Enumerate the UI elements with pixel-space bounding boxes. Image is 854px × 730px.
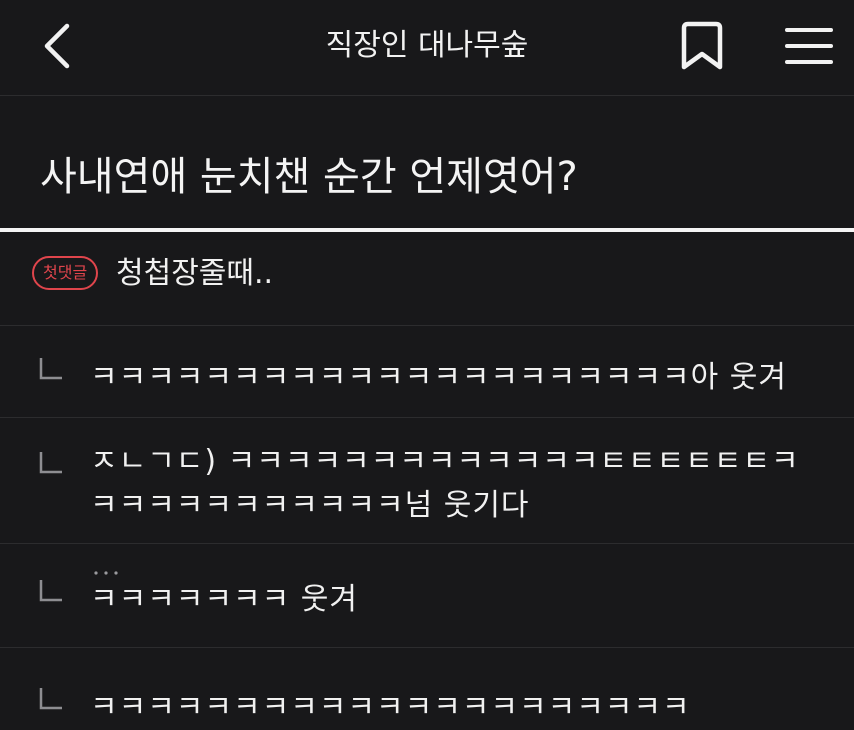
reply-text-line1: ㅈㄴㄱㄷ) ㅋㅋㅋㅋㅋㅋㅋㅋㅋㅋㅋㅋㅋㅌㅌㅌㅌㅌㅌㅋ	[90, 444, 800, 479]
reply-item[interactable]: ㅋㅋㅋㅋㅋㅋㅋㅋㅋㅋㅋㅋㅋㅋㅋㅋㅋㅋㅋㅋㅋ	[0, 648, 854, 725]
reply-item[interactable]: ㅈㄴㄱㄷ) ㅋㅋㅋㅋㅋㅋㅋㅋㅋㅋㅋㅋㅋㅌㅌㅌㅌㅌㅌㅋ ㅋㅋㅋㅋㅋㅋㅋㅋㅋㅋㅋ넘 …	[0, 418, 854, 544]
first-comment-text: 청첩장줄때..	[116, 256, 274, 291]
reply-indent-icon	[39, 452, 62, 474]
reply-item[interactable]: ㅋㅋㅋㅋㅋㅋㅋ 웃겨	[0, 544, 854, 648]
post-title: 사내연애 눈치챈 순간 언제엿어?	[40, 154, 578, 200]
reply-indent-icon	[39, 358, 62, 380]
bookmark-button[interactable]	[676, 18, 728, 74]
first-comment[interactable]: 첫댓글 청첩장줄때..	[0, 232, 854, 326]
hamburger-menu-icon	[785, 28, 833, 64]
reply-text-line2: ㅋㅋㅋㅋㅋㅋㅋㅋㅋㅋㅋ넘 웃기다	[90, 488, 530, 523]
first-comment-badge: 첫댓글	[32, 256, 99, 290]
reply-text: ㅋㅋㅋㅋㅋㅋㅋ 웃겨	[90, 582, 358, 617]
reply-text: ㅋㅋㅋㅋㅋㅋㅋㅋㅋㅋㅋㅋㅋㅋㅋㅋㅋㅋㅋㅋㅋ	[90, 690, 691, 725]
reply-indent-icon	[39, 580, 62, 602]
bookmark-icon	[681, 21, 723, 70]
reply-text: ㅋㅋㅋㅋㅋㅋㅋㅋㅋㅋㅋㅋㅋㅋㅋㅋㅋㅋㅋㅋㅋ아 웃겨	[90, 360, 787, 395]
menu-button[interactable]	[782, 22, 836, 70]
reply-indent-icon	[39, 688, 62, 710]
reply-item[interactable]: ㅋㅋㅋㅋㅋㅋㅋㅋㅋㅋㅋㅋㅋㅋㅋㅋㅋㅋㅋㅋㅋ아 웃겨	[0, 326, 854, 418]
top-bar: 직장인 대나무숲	[0, 0, 854, 96]
